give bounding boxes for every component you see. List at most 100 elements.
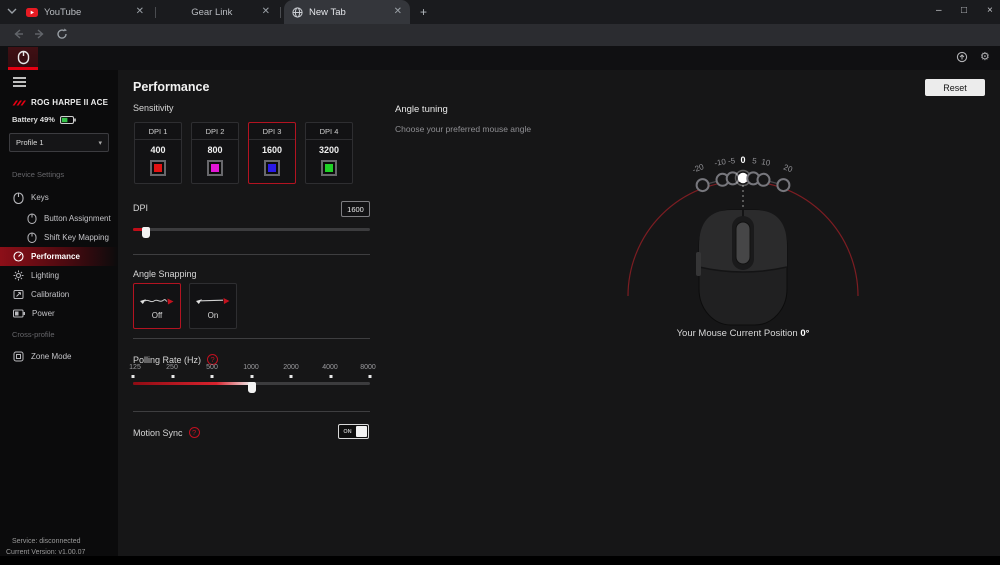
polling-tick[interactable] — [171, 375, 174, 378]
polling-tick[interactable] — [250, 375, 253, 378]
dpi-slider-thumb[interactable] — [142, 227, 150, 238]
polling-tick[interactable] — [368, 375, 372, 378]
dpi-color-swatch[interactable] — [207, 160, 223, 176]
new-tab-button[interactable]: + — [420, 6, 427, 18]
angle-tick-label: 10 — [761, 157, 772, 168]
sidebar-item-lighting[interactable]: Lighting — [0, 266, 118, 285]
sidebar-item-button-assignment[interactable]: Button Assignment — [0, 209, 118, 228]
dpi-color-swatch[interactable] — [150, 160, 166, 176]
mouse-position-value: 0° — [800, 328, 810, 339]
dpi-stage-value: 3200 — [318, 145, 340, 155]
divider — [133, 411, 370, 412]
hamburger-menu-icon[interactable] — [13, 77, 26, 89]
sidebar-item-shift-key-mapping[interactable]: Shift Key Mapping — [0, 228, 118, 247]
polling-slider-fill — [133, 382, 252, 385]
angle-tick-label: 5 — [752, 156, 758, 165]
angle-snapping-on-card[interactable]: On — [189, 283, 237, 329]
sidebar-item-performance[interactable]: Performance — [0, 247, 118, 266]
dpi-stage-value: 400 — [150, 145, 166, 155]
window-close-button[interactable]: × — [987, 5, 993, 16]
reset-button[interactable]: Reset — [925, 79, 985, 96]
dpi-stage-name: DPI 3 — [249, 123, 295, 140]
window-maximize-button[interactable]: □ — [961, 5, 967, 16]
polling-tick[interactable] — [289, 375, 293, 378]
sidebar-item-calibration[interactable]: Calibration — [0, 285, 118, 304]
tab-search-icon[interactable] — [7, 7, 17, 15]
polling-stop-label: 1000 — [243, 364, 259, 371]
profile-select[interactable]: Profile 1 ▾ — [9, 133, 109, 152]
profile-select-value: Profile 1 — [16, 138, 44, 147]
dpi-stage-4-card[interactable]: DPI 4 3200 — [305, 122, 353, 184]
youtube-icon — [26, 7, 38, 17]
tab-gear-link[interactable]: Gear Link ✕ — [160, 0, 278, 24]
polling-tick[interactable] — [131, 375, 135, 378]
toggle-knob[interactable] — [356, 426, 367, 437]
battery-row: Battery 49% — [12, 115, 76, 124]
back-icon[interactable] — [12, 28, 24, 40]
dpi-stage-2-card[interactable]: DPI 2 800 — [191, 122, 239, 184]
tab-new-tab[interactable]: New Tab ✕ — [284, 0, 410, 24]
browser-toolbar: G GearLink.asus.com ☆ Error ⋮ — [0, 24, 1000, 68]
tab-youtube[interactable]: YouTube ✕ — [18, 0, 152, 24]
globe-icon — [292, 6, 303, 18]
polling-stop-label: 125 — [129, 364, 141, 371]
tab-separator — [155, 7, 156, 18]
sidebar-item-power[interactable]: Power — [0, 304, 118, 323]
dpi-value-box[interactable]: 1600 — [341, 201, 370, 217]
lighting-icon — [13, 270, 24, 281]
polling-stop-label: 2000 — [283, 364, 299, 371]
mouse-position-label: Your Mouse Current Position — [676, 328, 798, 339]
dpi-label: DPI — [133, 203, 149, 213]
tab-close-icon[interactable]: ✕ — [394, 7, 402, 17]
window-minimize-button[interactable]: – — [936, 5, 942, 16]
sidebar-item-zone-mode[interactable]: Zone Mode — [0, 347, 118, 366]
angle-snapping-on-label: On — [207, 310, 219, 320]
angle-tick-label: -10 — [714, 157, 727, 168]
dpi-stage-value: 1600 — [261, 145, 283, 155]
tab-separator — [280, 7, 281, 18]
device-name-row: ROG HARPE II ACE — [12, 98, 108, 107]
sidebar-item-label: Performance — [31, 252, 80, 261]
dpi-slider-track[interactable] — [133, 228, 370, 231]
motion-sync-label: Motion Sync — [133, 427, 183, 438]
dpi-stage-3-card[interactable]: DPI 3 1600 — [248, 122, 296, 184]
help-icon[interactable]: ? — [188, 427, 200, 438]
angle-tick-20[interactable] — [776, 178, 791, 193]
dpi-color-swatch[interactable] — [321, 160, 337, 176]
speedometer-icon — [13, 251, 24, 262]
divider — [133, 254, 370, 255]
angle-tick--20[interactable] — [695, 178, 710, 193]
sync-devices-icon[interactable] — [956, 51, 968, 63]
tab-close-icon[interactable]: ✕ — [262, 7, 270, 17]
angle-snapping-label: Angle Snapping — [133, 269, 197, 279]
toggle-state-label: ON — [343, 428, 352, 435]
version-text: Current Version: v1.00.07 — [6, 549, 86, 556]
calibration-icon — [13, 290, 24, 299]
reload-icon[interactable] — [56, 28, 68, 40]
chevron-down-icon: ▾ — [98, 139, 102, 147]
tab-title: New Tab — [309, 6, 346, 18]
sidebar-item-keys[interactable]: Keys — [0, 188, 118, 207]
settings-gear-icon[interactable]: ⚙ — [980, 51, 990, 63]
dpi-stage-1-card[interactable]: DPI 1 400 — [134, 122, 182, 184]
polling-stop-label: 500 — [206, 364, 218, 371]
polling-tick[interactable] — [329, 375, 332, 378]
dpi-color-swatch[interactable] — [264, 160, 280, 176]
polling-stop-label: 4000 — [322, 364, 338, 371]
dpi-stage-value: 800 — [207, 145, 223, 155]
polling-stop-label: 8000 — [360, 364, 376, 371]
device-tab-mouse[interactable] — [8, 47, 38, 70]
mouse-top-view — [696, 209, 788, 326]
sidebar-item-label: Calibration — [31, 290, 70, 299]
tab-close-icon[interactable]: ✕ — [136, 7, 144, 17]
performance-panel: Performance Reset Sensitivity DPI 1 400 … — [118, 70, 1000, 556]
forward-icon[interactable] — [34, 28, 46, 40]
motion-sync-toggle[interactable]: ON — [338, 424, 369, 439]
angle-snapping-off-card[interactable]: Off — [133, 283, 181, 329]
polling-slider-thumb[interactable] — [247, 382, 256, 393]
angle-tuning-title: Angle tuning — [395, 104, 448, 115]
polling-tick[interactable] — [210, 375, 214, 378]
divider — [133, 338, 370, 339]
dpi-stage-name: DPI 4 — [306, 123, 352, 140]
angle-tick-10[interactable] — [756, 172, 771, 187]
